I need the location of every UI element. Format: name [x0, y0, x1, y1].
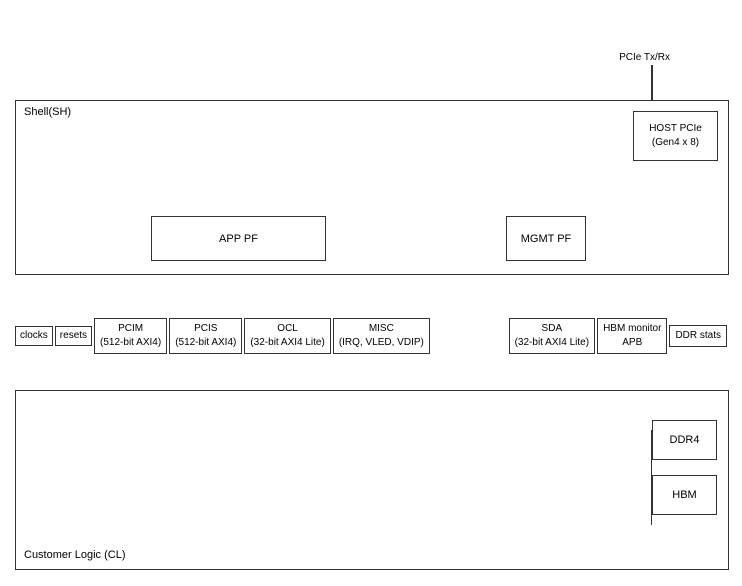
pcis-line2: (512-bit AXI4) [175, 336, 236, 350]
sda-line1: SDA [515, 322, 589, 336]
mgmt-pf-box: MGMT PF [506, 216, 586, 261]
hbm-monitor-line1: HBM monitor [603, 322, 661, 336]
clocks-label: clocks [20, 329, 48, 343]
app-pf-label: APP PF [219, 233, 258, 245]
pcie-txrx-label: PCIe Tx/Rx [619, 52, 670, 63]
cl-box: Customer Logic (CL) [15, 390, 729, 570]
ddr-stats-line1: DDR stats [675, 329, 721, 343]
sda-line2: (32-bit AXI4 Lite) [515, 336, 589, 350]
interface-row: clocks resets PCIM (512-bit AXI4) PCIS (… [15, 318, 727, 354]
iface-misc: MISC (IRQ, VLED, VDIP) [333, 318, 430, 354]
iface-ddr-stats: DDR stats [669, 325, 727, 347]
iface-pcim: PCIM (512-bit AXI4) [94, 318, 167, 354]
resets-label: resets [60, 329, 87, 343]
shell-box: Shell(SH) HOST PCIe (Gen4 x 8) APP PF MG… [15, 100, 729, 275]
hbm-monitor-line2: APB [603, 336, 661, 350]
ddr4-box: DDR4 [652, 420, 717, 460]
pcim-line1: PCIM [100, 322, 161, 336]
host-pcie-box: HOST PCIe (Gen4 x 8) [633, 111, 718, 161]
mgmt-pf-label: MGMT PF [521, 233, 572, 245]
iface-pcis: PCIS (512-bit AXI4) [169, 318, 242, 354]
misc-line2: (IRQ, VLED, VDIP) [339, 336, 424, 350]
pcim-line2: (512-bit AXI4) [100, 336, 161, 350]
pcie-arrow-line [651, 65, 653, 101]
iface-hbm-monitor: HBM monitor APB [597, 318, 667, 354]
host-pcie-line2: (Gen4 x 8) [649, 136, 702, 150]
ddr4-label: DDR4 [670, 434, 700, 446]
shell-label: Shell(SH) [24, 106, 71, 118]
hbm-label: HBM [672, 489, 696, 501]
app-pf-box: APP PF [151, 216, 326, 261]
ocl-line1: OCL [250, 322, 324, 336]
iface-resets: resets [55, 326, 92, 346]
iface-clocks: clocks [15, 326, 53, 346]
cl-label: Customer Logic (CL) [24, 549, 125, 561]
misc-line1: MISC [339, 322, 424, 336]
host-pcie-line1: HOST PCIe [649, 122, 702, 136]
hbm-box: HBM [652, 475, 717, 515]
ocl-line2: (32-bit AXI4 Lite) [250, 336, 324, 350]
diagram-container: PCIe Tx/Rx Shell(SH) HOST PCIe (Gen4 x 8… [0, 0, 742, 586]
iface-sda: SDA (32-bit AXI4 Lite) [509, 318, 595, 354]
pcis-line1: PCIS [175, 322, 236, 336]
iface-ocl: OCL (32-bit AXI4 Lite) [244, 318, 330, 354]
